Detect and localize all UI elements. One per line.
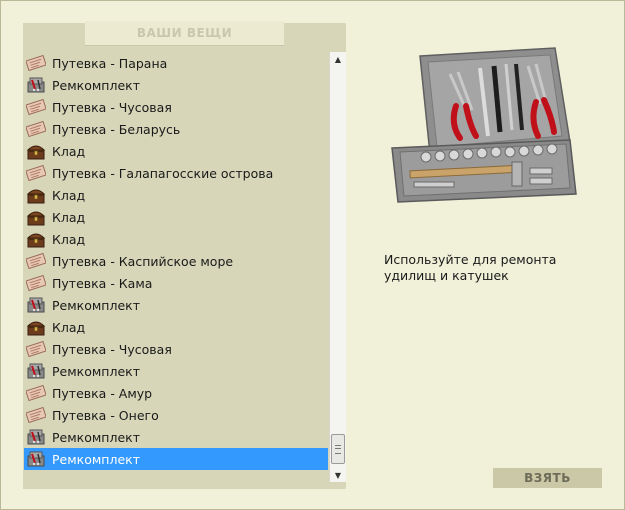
treasure-chest-icon	[26, 318, 46, 336]
scroll-down-arrow-icon[interactable]: ▼	[330, 468, 346, 482]
list-item[interactable]: Ремкомплект	[24, 448, 328, 470]
list-item[interactable]: Путевка - Кама	[24, 272, 328, 294]
voucher-icon	[25, 54, 47, 72]
toolkit-icon	[26, 450, 46, 468]
list-item[interactable]: Ремкомплект	[24, 74, 328, 96]
list-item-label: Ремкомплект	[52, 297, 140, 313]
take-button[interactable]: ВЗЯТЬ	[493, 468, 602, 488]
list-item-label: Путевка - Парана	[52, 55, 168, 71]
list-item-label: Клад	[52, 209, 86, 225]
voucher-icon	[25, 340, 47, 358]
list-item-label: Клад	[52, 187, 86, 203]
list-item-label: Клад	[52, 143, 86, 159]
scroll-up-arrow-icon[interactable]: ▲	[330, 52, 346, 66]
list-item-label: Путевка - Онего	[52, 407, 159, 423]
treasure-chest-icon	[26, 186, 46, 204]
item-list[interactable]: Путевка - Парана Ремкомплект Путевка - Чус…	[24, 52, 328, 472]
voucher-icon	[25, 274, 47, 292]
list-item[interactable]: Путевка - Чусовая	[24, 338, 328, 360]
toolkit-icon	[26, 362, 46, 380]
scrollbar[interactable]: ▲ ▼	[329, 52, 346, 482]
list-item[interactable]: Путевка - Амур	[24, 382, 328, 404]
voucher-icon	[25, 98, 47, 116]
list-item-label: Путевка - Чусовая	[52, 341, 172, 357]
list-item-label: Ремкомплект	[52, 451, 140, 467]
list-item-label: Путевка - Беларусь	[52, 121, 181, 137]
scroll-thumb[interactable]	[331, 434, 345, 464]
list-item[interactable]: Ремкомплект	[24, 360, 328, 382]
list-item[interactable]: Путевка - Галапагосские острова	[24, 162, 328, 184]
voucher-icon	[25, 252, 47, 270]
treasure-chest-icon	[26, 142, 46, 160]
list-item[interactable]: Ремкомплект	[24, 426, 328, 448]
list-item-label: Путевка - Галапагосские острова	[52, 165, 274, 181]
voucher-icon	[25, 164, 47, 182]
treasure-chest-icon	[26, 208, 46, 226]
list-item[interactable]: Путевка - Каспийское море	[24, 250, 328, 272]
list-item[interactable]: Путевка - Беларусь	[24, 118, 328, 140]
voucher-icon	[25, 406, 47, 424]
list-item-label: Клад	[52, 319, 86, 335]
toolbox-icon	[391, 47, 577, 203]
list-item[interactable]: Клад	[24, 228, 328, 250]
list-item-label: Путевка - Амур	[52, 385, 153, 401]
toolkit-icon	[26, 428, 46, 446]
panel-title: ВАШИ ВЕЩИ	[85, 21, 284, 46]
voucher-icon	[25, 384, 47, 402]
list-item[interactable]: Клад	[24, 316, 328, 338]
list-item[interactable]: Клад	[24, 206, 328, 228]
list-item-label: Путевка - Кама	[52, 275, 153, 291]
list-item-label: Ремкомплект	[52, 363, 140, 379]
treasure-chest-icon	[26, 230, 46, 248]
grip-icon	[335, 444, 341, 454]
voucher-icon	[25, 120, 47, 138]
list-item-label: Ремкомплект	[52, 429, 140, 445]
list-item[interactable]: Путевка - Парана	[24, 52, 328, 74]
list-item-label: Путевка - Каспийское море	[52, 253, 234, 269]
list-item-label: Ремкомплект	[52, 77, 140, 93]
toolkit-icon	[26, 296, 46, 314]
list-item-label: Путевка - Чусовая	[52, 99, 172, 115]
list-item[interactable]: Путевка - Онего	[24, 404, 328, 426]
list-item[interactable]: Клад	[24, 184, 328, 206]
list-item[interactable]: Ремкомплект	[24, 294, 328, 316]
list-item[interactable]: Клад	[24, 140, 328, 162]
list-item-label: Клад	[52, 231, 86, 247]
list-item[interactable]: Путевка - Чусовая	[24, 96, 328, 118]
toolkit-icon	[26, 76, 46, 94]
item-description: Используйте для ремонта удилищ и катушек	[384, 252, 557, 283]
